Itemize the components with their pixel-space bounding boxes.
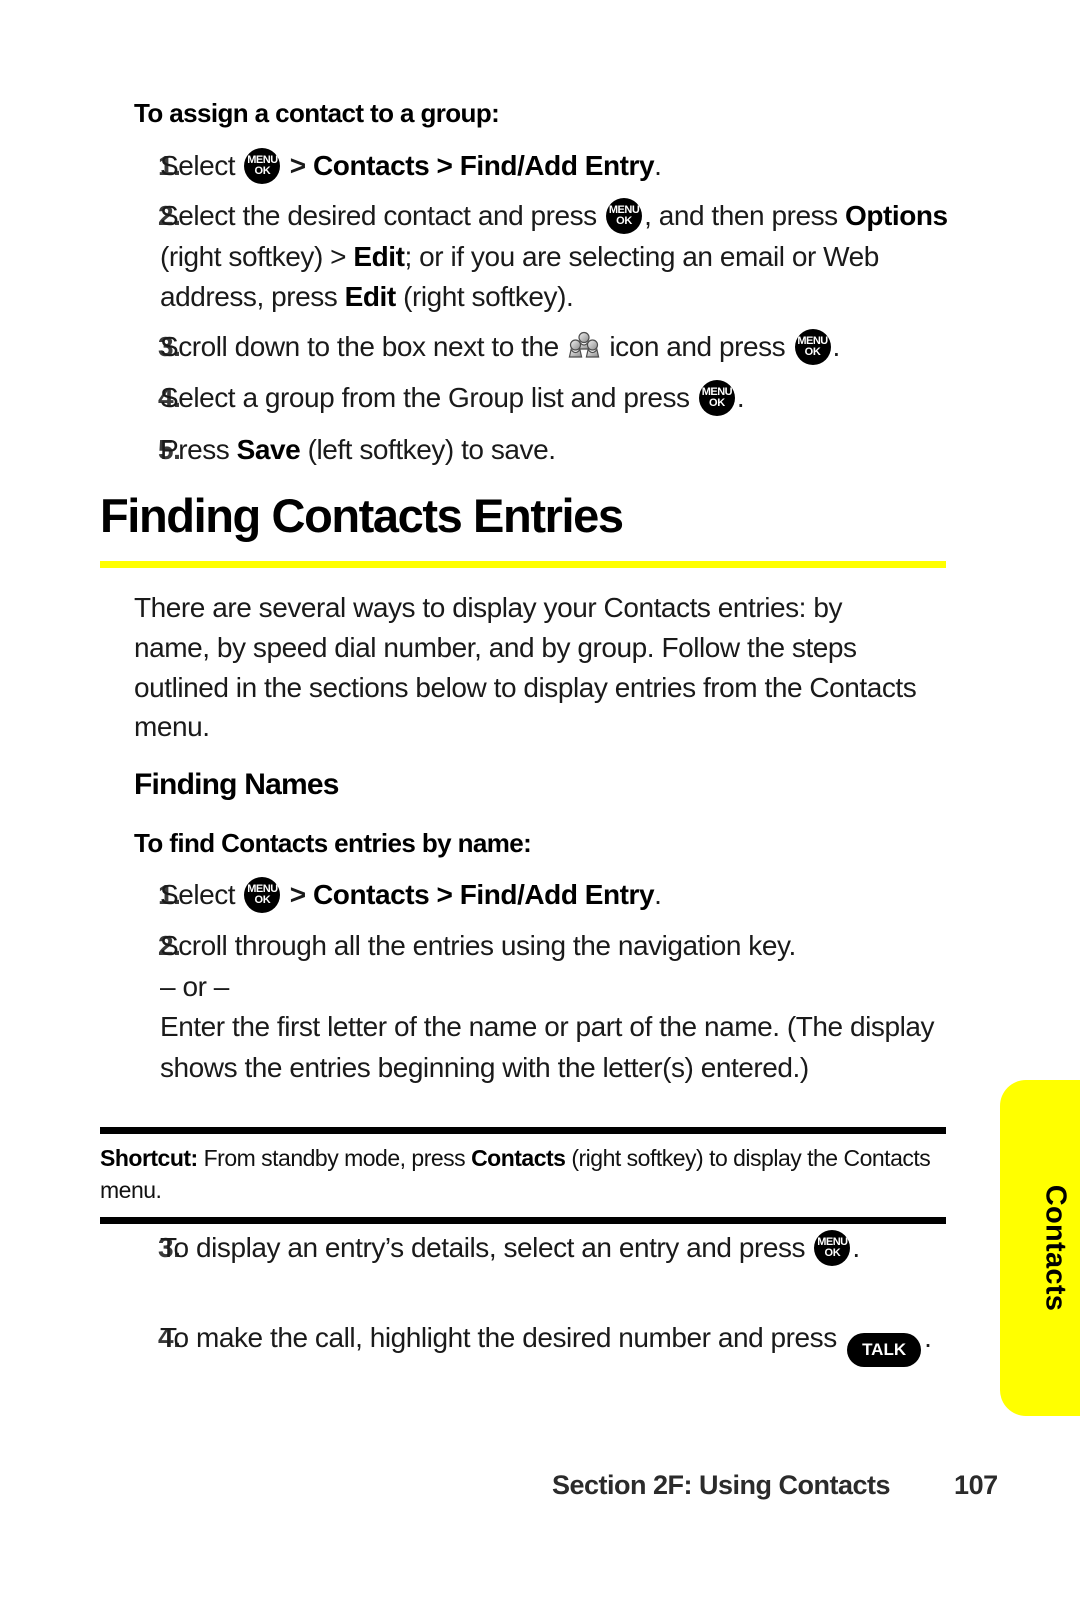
step-text-mid: icon and press	[602, 331, 793, 362]
step-text-tail: .	[924, 1322, 932, 1353]
subsection-title-block: Finding Names	[134, 768, 924, 802]
menu-separator-2: >	[429, 879, 460, 910]
step-text-tail: .	[654, 879, 662, 910]
section-title-block: Finding Contacts Entries	[100, 489, 948, 542]
softkey-save: Save	[236, 434, 301, 465]
list-number: 1.	[158, 150, 181, 181]
step-text-tail: .	[654, 150, 662, 181]
list-item: 1. Select MENU OK > Contacts > Find/Add E…	[100, 146, 948, 187]
step-or-separator: – or –	[160, 970, 229, 1002]
menu-ok-key-icon: MENU OK	[606, 198, 643, 234]
step-line-3: Enter the first letter of the name or pa…	[160, 1011, 935, 1083]
step-text-pre: Select a group from the Group list and p…	[160, 382, 697, 413]
assign-group-heading-block: To assign a contact to a group:	[134, 98, 946, 129]
menu-path-contacts: Contacts	[313, 150, 430, 181]
page-title: Finding Contacts Entries	[100, 489, 624, 542]
step-text-pre: Press	[160, 434, 237, 465]
list-body: Press Save (left softkey) to save.	[160, 430, 948, 471]
list-body: To display an entry’s details, select an…	[160, 1228, 948, 1269]
menu-ok-key-icon: MENU OK	[698, 380, 735, 416]
list-item: 3. Scroll down to the box next to the ic…	[100, 327, 948, 368]
page-footer: Section 2F: Using Contacts 107	[100, 1470, 1000, 1501]
softkey-edit: Edit	[344, 281, 397, 313]
menu-ok-key-icon: MENU OK	[244, 877, 281, 913]
list-item: 4. To make the call, highlight the desir…	[100, 1318, 948, 1367]
list-body: Scroll down to the box next to the icon …	[160, 327, 948, 368]
list-body: Select a group from the Group list and p…	[160, 378, 948, 419]
group-icon	[567, 331, 601, 363]
step-text-pre: Select the desired contact and press	[160, 200, 605, 231]
shortcut-label: Shortcut:	[100, 1145, 198, 1171]
list-number: 2.	[158, 930, 181, 961]
menu-ok-key-line2: OK	[616, 215, 633, 227]
list-item: 2. Select the desired contact and press …	[100, 196, 948, 318]
step-text-mid: , and then press	[644, 200, 846, 231]
menu-separator-2: >	[429, 150, 460, 181]
list-item: 4. Select a group from the Group list an…	[100, 378, 948, 419]
menu-separator-1: >	[282, 150, 314, 181]
step-text-pre: To make the call, highlight the desired …	[160, 1322, 845, 1353]
menu-separator-1: >	[282, 879, 314, 910]
assign-group-heading: To assign a contact to a group:	[134, 98, 500, 128]
shortcut-callout-text: Shortcut: From standby mode, press Conta…	[100, 1143, 946, 1206]
menu-ok-key-line2: OK	[824, 1247, 841, 1259]
menu-path-edit: Edit	[353, 240, 405, 272]
softkey-options: Options	[845, 200, 948, 231]
talk-key-icon: TALK	[847, 1333, 922, 1367]
list-item: 2. Scroll through all the entries using …	[100, 926, 948, 1088]
list-number: 5.	[158, 434, 181, 465]
footer-page-number: 107	[954, 1470, 998, 1500]
list-number: 1.	[158, 879, 181, 910]
subsection-title: Finding Names	[134, 768, 339, 801]
step-text-tail: .	[832, 331, 841, 362]
list-body: Select MENU OK > Contacts > Find/Add Entr…	[160, 875, 948, 916]
step-text-tail: (right softkey).	[395, 281, 574, 313]
menu-ok-key-line2: OK	[804, 346, 821, 358]
document-page: Contacts To assign a contact to a group:…	[0, 0, 1080, 1620]
step-line-1: Scroll through all the entries using the…	[160, 930, 796, 961]
menu-ok-key-line2: OK	[708, 397, 725, 409]
menu-ok-key-icon: MENU OK	[814, 1230, 851, 1266]
menu-path-find-add-entry: Find/Add Entry	[459, 879, 655, 910]
menu-ok-key-icon: MENU OK	[794, 329, 831, 365]
step-text-pre: Scroll down to the box next to the	[160, 331, 567, 362]
menu-ok-key-line2: OK	[254, 894, 271, 906]
list-number: 4.	[158, 382, 181, 413]
intro-paragraph-block: There are several ways to display your C…	[134, 588, 924, 747]
step-text-tail: (left softkey) to save.	[300, 434, 556, 465]
list-body: Select the desired contact and press MEN…	[160, 196, 948, 318]
list-number: 3.	[158, 331, 181, 362]
list-body: Select MENU OK > Contacts > Find/Add Entr…	[160, 146, 948, 187]
find-by-name-heading: To find Contacts entries by name:	[134, 828, 532, 858]
step-text-mid2: (right softkey) >	[160, 240, 354, 272]
footer-section-label: Section 2F: Using Contacts	[552, 1470, 891, 1500]
intro-paragraph: There are several ways to display your C…	[134, 592, 917, 743]
list-number: 3.	[158, 1232, 181, 1263]
step-text-pre: To display an entry’s details, select an…	[160, 1232, 813, 1263]
step-text-tail: .	[852, 1232, 860, 1263]
side-thumb-tab-contacts: Contacts	[1000, 1080, 1080, 1416]
list-item: 3. To display an entry’s details, select…	[100, 1228, 948, 1269]
menu-path-contacts: Contacts	[313, 879, 430, 910]
list-item: 1. Select MENU OK > Contacts > Find/Add E…	[100, 875, 948, 916]
menu-path-find-add-entry: Find/Add Entry	[459, 150, 655, 181]
softkey-contacts: Contacts	[471, 1145, 566, 1171]
menu-ok-key-line2: OK	[254, 165, 271, 177]
step-text-tail: .	[736, 382, 745, 413]
step-text-pre: Select	[160, 150, 243, 181]
menu-ok-key-icon: MENU OK	[244, 148, 281, 184]
list-number: 4.	[158, 1322, 181, 1353]
find-by-name-heading-block: To find Contacts entries by name:	[134, 828, 924, 859]
list-item: 5. Press Save (left softkey) to save.	[100, 430, 948, 471]
title-underline-rule	[100, 561, 946, 568]
list-body: Scroll through all the entries using the…	[160, 926, 948, 1088]
step-text-pre: Select	[160, 879, 243, 910]
list-number: 2.	[158, 200, 181, 231]
side-thumb-tab-label: Contacts	[1039, 1184, 1072, 1312]
shortcut-callout: Shortcut: From standby mode, press Conta…	[100, 1127, 946, 1225]
shortcut-text-pre: From standby mode, press	[197, 1145, 472, 1171]
list-body: To make the call, highlight the desired …	[160, 1318, 948, 1367]
